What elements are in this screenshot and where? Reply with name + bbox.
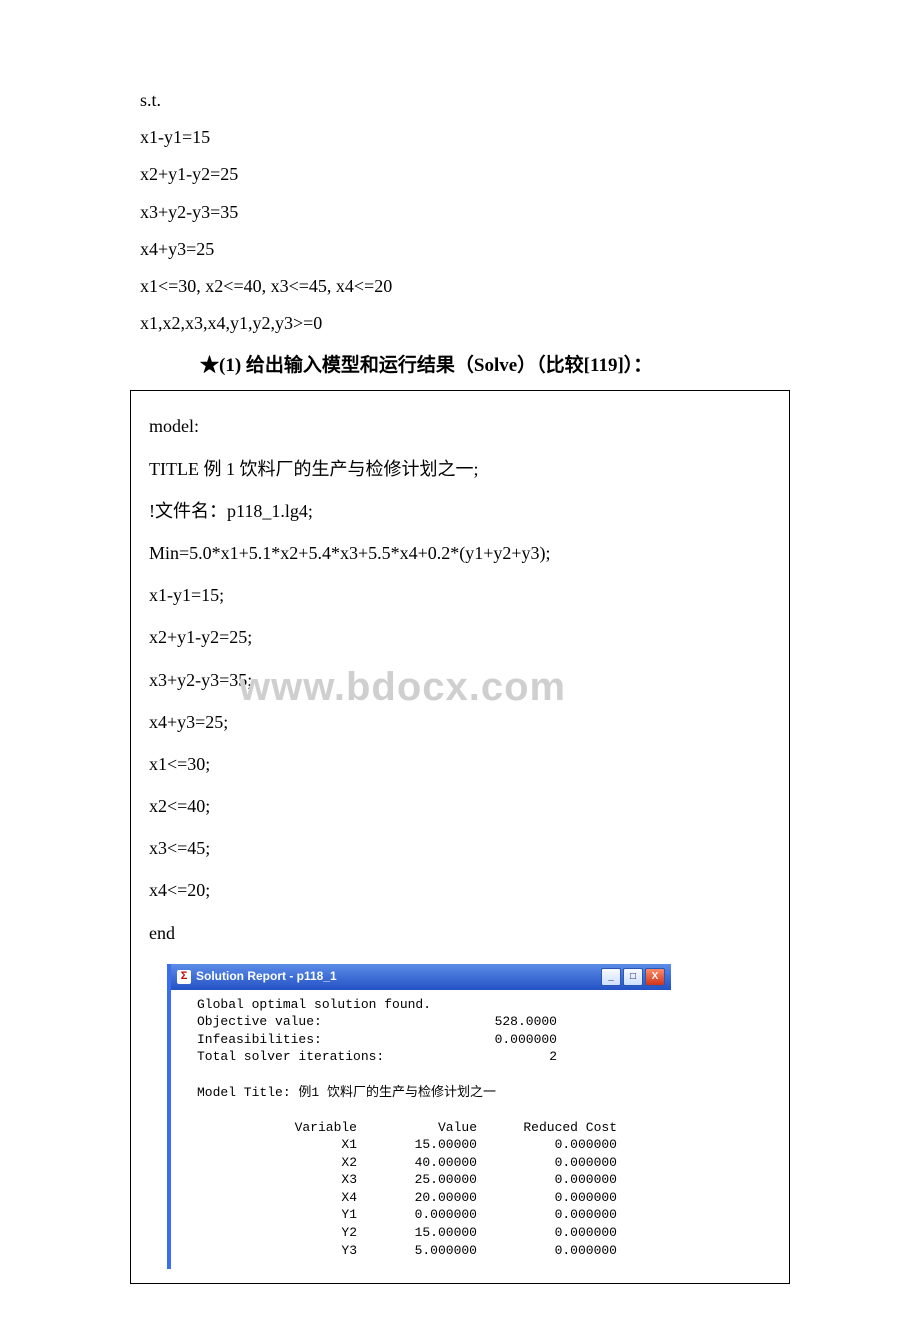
equation-2: x2+y1-y2=25 <box>140 157 780 191</box>
model-c4: x4+y3=25; <box>149 705 771 739</box>
cell-value: 5.000000 <box>357 1242 477 1260</box>
st-label: s.t. <box>140 83 780 117</box>
cell-value: 15.00000 <box>357 1224 477 1242</box>
solver-body: Global optimal solution found.Objective … <box>171 990 671 1269</box>
solver-obj-row: Objective value:528.0000 <box>197 1013 661 1031</box>
model-end: end <box>149 916 771 950</box>
iters-label: Total solver iterations: <box>197 1048 427 1066</box>
cell-reduced-cost: 0.000000 <box>477 1242 617 1260</box>
model-c1: x1-y1=15; <box>149 578 771 612</box>
close-button[interactable]: X <box>645 968 665 986</box>
infeas-label: Infeasibilities: <box>197 1031 427 1049</box>
model-keyword: model: <box>149 409 771 443</box>
hdr-value: Value <box>357 1119 477 1137</box>
cell-value: 25.00000 <box>357 1171 477 1189</box>
table-row: Y35.0000000.000000 <box>197 1242 661 1260</box>
table-row: X115.000000.000000 <box>197 1136 661 1154</box>
cell-reduced-cost: 0.000000 <box>477 1154 617 1172</box>
obj-value: 528.0000 <box>427 1013 557 1031</box>
cell-value: 20.00000 <box>357 1189 477 1207</box>
cell-reduced-cost: 0.000000 <box>477 1206 617 1224</box>
hdr-reduced-cost: Reduced Cost <box>477 1119 617 1137</box>
model-b3: x3<=45; <box>149 831 771 865</box>
solver-window: Σ Solution Report - p118_1 _ □ X Global … <box>167 964 671 1269</box>
table-row: Y215.000000.000000 <box>197 1224 661 1242</box>
equation-4: x4+y3=25 <box>140 232 780 266</box>
cell-reduced-cost: 0.000000 <box>477 1171 617 1189</box>
sigma-icon: Σ <box>177 970 191 984</box>
document-page: s.t. x1-y1=15 x2+y1-y2=25 x3+y2-y3=35 x4… <box>0 0 920 1324</box>
cell-variable: X2 <box>197 1154 357 1172</box>
bounds-line: x1<=30, x2<=40, x3<=45, x4<=20 <box>140 269 780 303</box>
model-b2: x2<=40; <box>149 789 771 823</box>
model-box: model: TITLE 例 1 饮料厂的生产与检修计划之一; !文件名：p11… <box>130 390 790 1284</box>
model-c3-row: x3+y2-y3=35; www.bdocx.com <box>149 663 771 697</box>
cell-reduced-cost: 0.000000 <box>477 1224 617 1242</box>
model-c2: x2+y1-y2=25; <box>149 620 771 654</box>
cell-variable: Y1 <box>197 1206 357 1224</box>
cell-reduced-cost: 0.000000 <box>477 1189 617 1207</box>
cell-variable: X1 <box>197 1136 357 1154</box>
cell-variable: X3 <box>197 1171 357 1189</box>
solver-model-title: Model Title: 例1 饮料厂的生产与检修计划之一 <box>197 1084 661 1102</box>
cell-value: 40.00000 <box>357 1154 477 1172</box>
solver-titlebar[interactable]: Σ Solution Report - p118_1 _ □ X <box>171 964 671 990</box>
maximize-button[interactable]: □ <box>623 968 643 986</box>
nonneg-line: x1,x2,x3,x4,y1,y2,y3>=0 <box>140 306 780 340</box>
section-title: ★(1) 给出输入模型和运行结果（Solve）（比较[119]）： <box>200 348 780 384</box>
solver-table-rows: X115.000000.000000X240.000000.000000X325… <box>197 1136 661 1259</box>
table-row: X240.000000.000000 <box>197 1154 661 1172</box>
cell-variable: X4 <box>197 1189 357 1207</box>
equation-1: x1-y1=15 <box>140 120 780 154</box>
cell-reduced-cost: 0.000000 <box>477 1136 617 1154</box>
model-filename: !文件名：p118_1.lg4; <box>149 494 771 528</box>
model-objective: Min=5.0*x1+5.1*x2+5.4*x3+5.5*x4+0.2*(y1+… <box>149 536 771 570</box>
iters-value: 2 <box>427 1048 557 1066</box>
obj-label: Objective value: <box>197 1013 427 1031</box>
model-c3: x3+y2-y3=35; <box>149 670 252 690</box>
solver-infeas-row: Infeasibilities:0.000000 <box>197 1031 661 1049</box>
equation-3: x3+y2-y3=35 <box>140 195 780 229</box>
hdr-variable: Variable <box>197 1119 357 1137</box>
table-row: Y10.0000000.000000 <box>197 1206 661 1224</box>
model-b4: x4<=20; <box>149 873 771 907</box>
solver-title-text: Solution Report - p118_1 <box>196 965 337 988</box>
cell-value: 15.00000 <box>357 1136 477 1154</box>
solver-iters-row: Total solver iterations:2 <box>197 1048 661 1066</box>
solver-found-line: Global optimal solution found. <box>197 996 661 1014</box>
infeas-value: 0.000000 <box>427 1031 557 1049</box>
table-row: X420.000000.000000 <box>197 1189 661 1207</box>
minimize-button[interactable]: _ <box>601 968 621 986</box>
cell-value: 0.000000 <box>357 1206 477 1224</box>
cell-variable: Y3 <box>197 1242 357 1260</box>
cell-variable: Y2 <box>197 1224 357 1242</box>
solver-table-header: VariableValueReduced Cost <box>197 1119 661 1137</box>
table-row: X325.000000.000000 <box>197 1171 661 1189</box>
window-buttons: _ □ X <box>601 968 665 986</box>
model-b1: x1<=30; <box>149 747 771 781</box>
model-title-line: TITLE 例 1 饮料厂的生产与检修计划之一; <box>149 452 771 486</box>
